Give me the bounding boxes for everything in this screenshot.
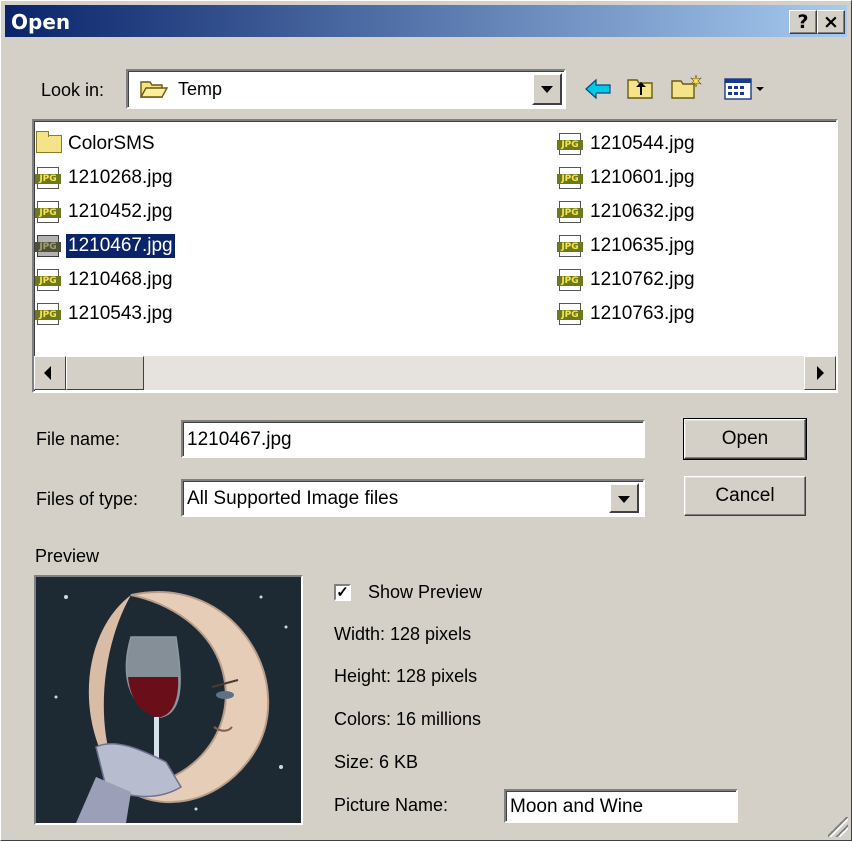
open-button[interactable]: Open	[683, 418, 807, 460]
open-dialog: Open ? × Look in: Temp ColorSMS JPG 1210…	[0, 0, 852, 841]
jpg-file-icon	[34, 233, 64, 259]
file-item-label: 1210467.jpg	[66, 234, 175, 258]
jpg-file-icon	[34, 267, 64, 293]
back-arrow-icon[interactable]	[584, 77, 612, 101]
folder-item[interactable]: ColorSMS	[34, 129, 157, 159]
file-item[interactable]: 1210632.jpg	[556, 197, 697, 227]
help-button[interactable]: ?	[789, 10, 817, 34]
file-item-label: ColorSMS	[68, 133, 155, 154]
look-in-combo[interactable]: Temp	[126, 69, 566, 109]
title-bar[interactable]: Open ? ×	[5, 5, 847, 37]
folder-icon	[34, 131, 64, 157]
files-of-type-label: Files of type:	[36, 489, 139, 509]
file-item[interactable]: 1210601.jpg	[556, 163, 697, 193]
folder-open-icon	[139, 79, 169, 99]
file-item-label: 1210632.jpg	[590, 201, 695, 222]
resize-grip[interactable]	[828, 817, 848, 837]
preview-height: Height: 128 pixels	[334, 666, 478, 686]
file-item[interactable]: 1210762.jpg	[556, 265, 697, 295]
picture-name-input[interactable]: Moon and Wine	[504, 789, 738, 823]
scroll-right-button[interactable]	[804, 356, 836, 390]
file-item-label: 1210268.jpg	[68, 167, 173, 188]
preview-colors: Colors: 16 millions	[334, 709, 482, 729]
look-in-value: Temp	[178, 79, 223, 99]
show-preview-checkbox[interactable]: ✓	[334, 584, 351, 601]
arrow-right-icon	[817, 366, 824, 380]
file-name-value: 1210467.jpg	[187, 429, 292, 450]
file-list[interactable]: ColorSMS 1210268.jpg 1210452.jpg 1210467.jp…	[32, 119, 838, 393]
jpg-file-icon	[556, 233, 586, 259]
view-menu-icon[interactable]	[723, 76, 769, 102]
file-item[interactable]: 1210543.jpg	[34, 299, 175, 329]
file-item-label: 1210468.jpg	[68, 269, 173, 290]
jpg-file-icon	[556, 131, 586, 157]
close-button[interactable]: ×	[817, 10, 845, 34]
file-item-label: 1210543.jpg	[68, 303, 173, 324]
jpg-file-icon	[556, 267, 586, 293]
scroll-thumb[interactable]	[66, 356, 144, 390]
files-of-type-combo[interactable]: All Supported Image files	[181, 479, 645, 517]
scroll-left-button[interactable]	[34, 356, 66, 390]
up-folder-icon[interactable]	[626, 75, 656, 101]
show-preview-label[interactable]: Show Preview	[368, 582, 482, 603]
preview-size: Size: 6 KB	[334, 752, 419, 772]
checkmark-icon: ✓	[336, 584, 349, 601]
jpg-file-icon	[34, 301, 64, 327]
jpg-file-icon	[556, 301, 586, 327]
jpg-file-icon	[556, 199, 586, 225]
file-item[interactable]: 1210544.jpg	[556, 129, 697, 159]
new-folder-icon[interactable]	[670, 73, 704, 101]
arrow-left-icon	[44, 366, 51, 380]
file-item-label: 1210763.jpg	[590, 303, 695, 324]
file-item-label: 1210601.jpg	[590, 167, 695, 188]
file-item[interactable]: 1210763.jpg	[556, 299, 697, 329]
preview-image	[34, 575, 303, 825]
file-item-label: 1210762.jpg	[590, 269, 695, 290]
file-item[interactable]: 1210635.jpg	[556, 231, 697, 261]
window-title: Open	[11, 10, 71, 34]
file-item[interactable]: 1210452.jpg	[34, 197, 175, 227]
file-item-label: 1210452.jpg	[68, 201, 173, 222]
cancel-button[interactable]: Cancel	[684, 476, 806, 516]
file-name-input[interactable]: 1210467.jpg	[181, 420, 645, 458]
preview-label: Preview	[35, 546, 100, 566]
jpg-file-icon	[556, 165, 586, 191]
file-item-label: 1210544.jpg	[590, 133, 695, 154]
horizontal-scrollbar[interactable]	[34, 356, 836, 390]
file-item[interactable]: 1210467.jpg	[34, 231, 175, 261]
file-name-label: File name:	[36, 429, 121, 449]
file-item[interactable]: 1210268.jpg	[34, 163, 175, 193]
preview-width: Width: 128 pixels	[334, 624, 472, 644]
jpg-file-icon	[34, 165, 64, 191]
files-of-type-dropdown-button[interactable]	[609, 483, 639, 513]
files-of-type-value: All Supported Image files	[187, 488, 399, 509]
file-item-label: 1210635.jpg	[590, 235, 695, 256]
picture-name-label: Picture Name:	[334, 795, 449, 815]
file-item[interactable]: 1210468.jpg	[34, 265, 175, 295]
look-in-label: Look in:	[41, 80, 105, 100]
jpg-file-icon	[34, 199, 64, 225]
picture-name-value: Moon and Wine	[510, 796, 644, 817]
look-in-dropdown-button[interactable]	[532, 73, 562, 105]
